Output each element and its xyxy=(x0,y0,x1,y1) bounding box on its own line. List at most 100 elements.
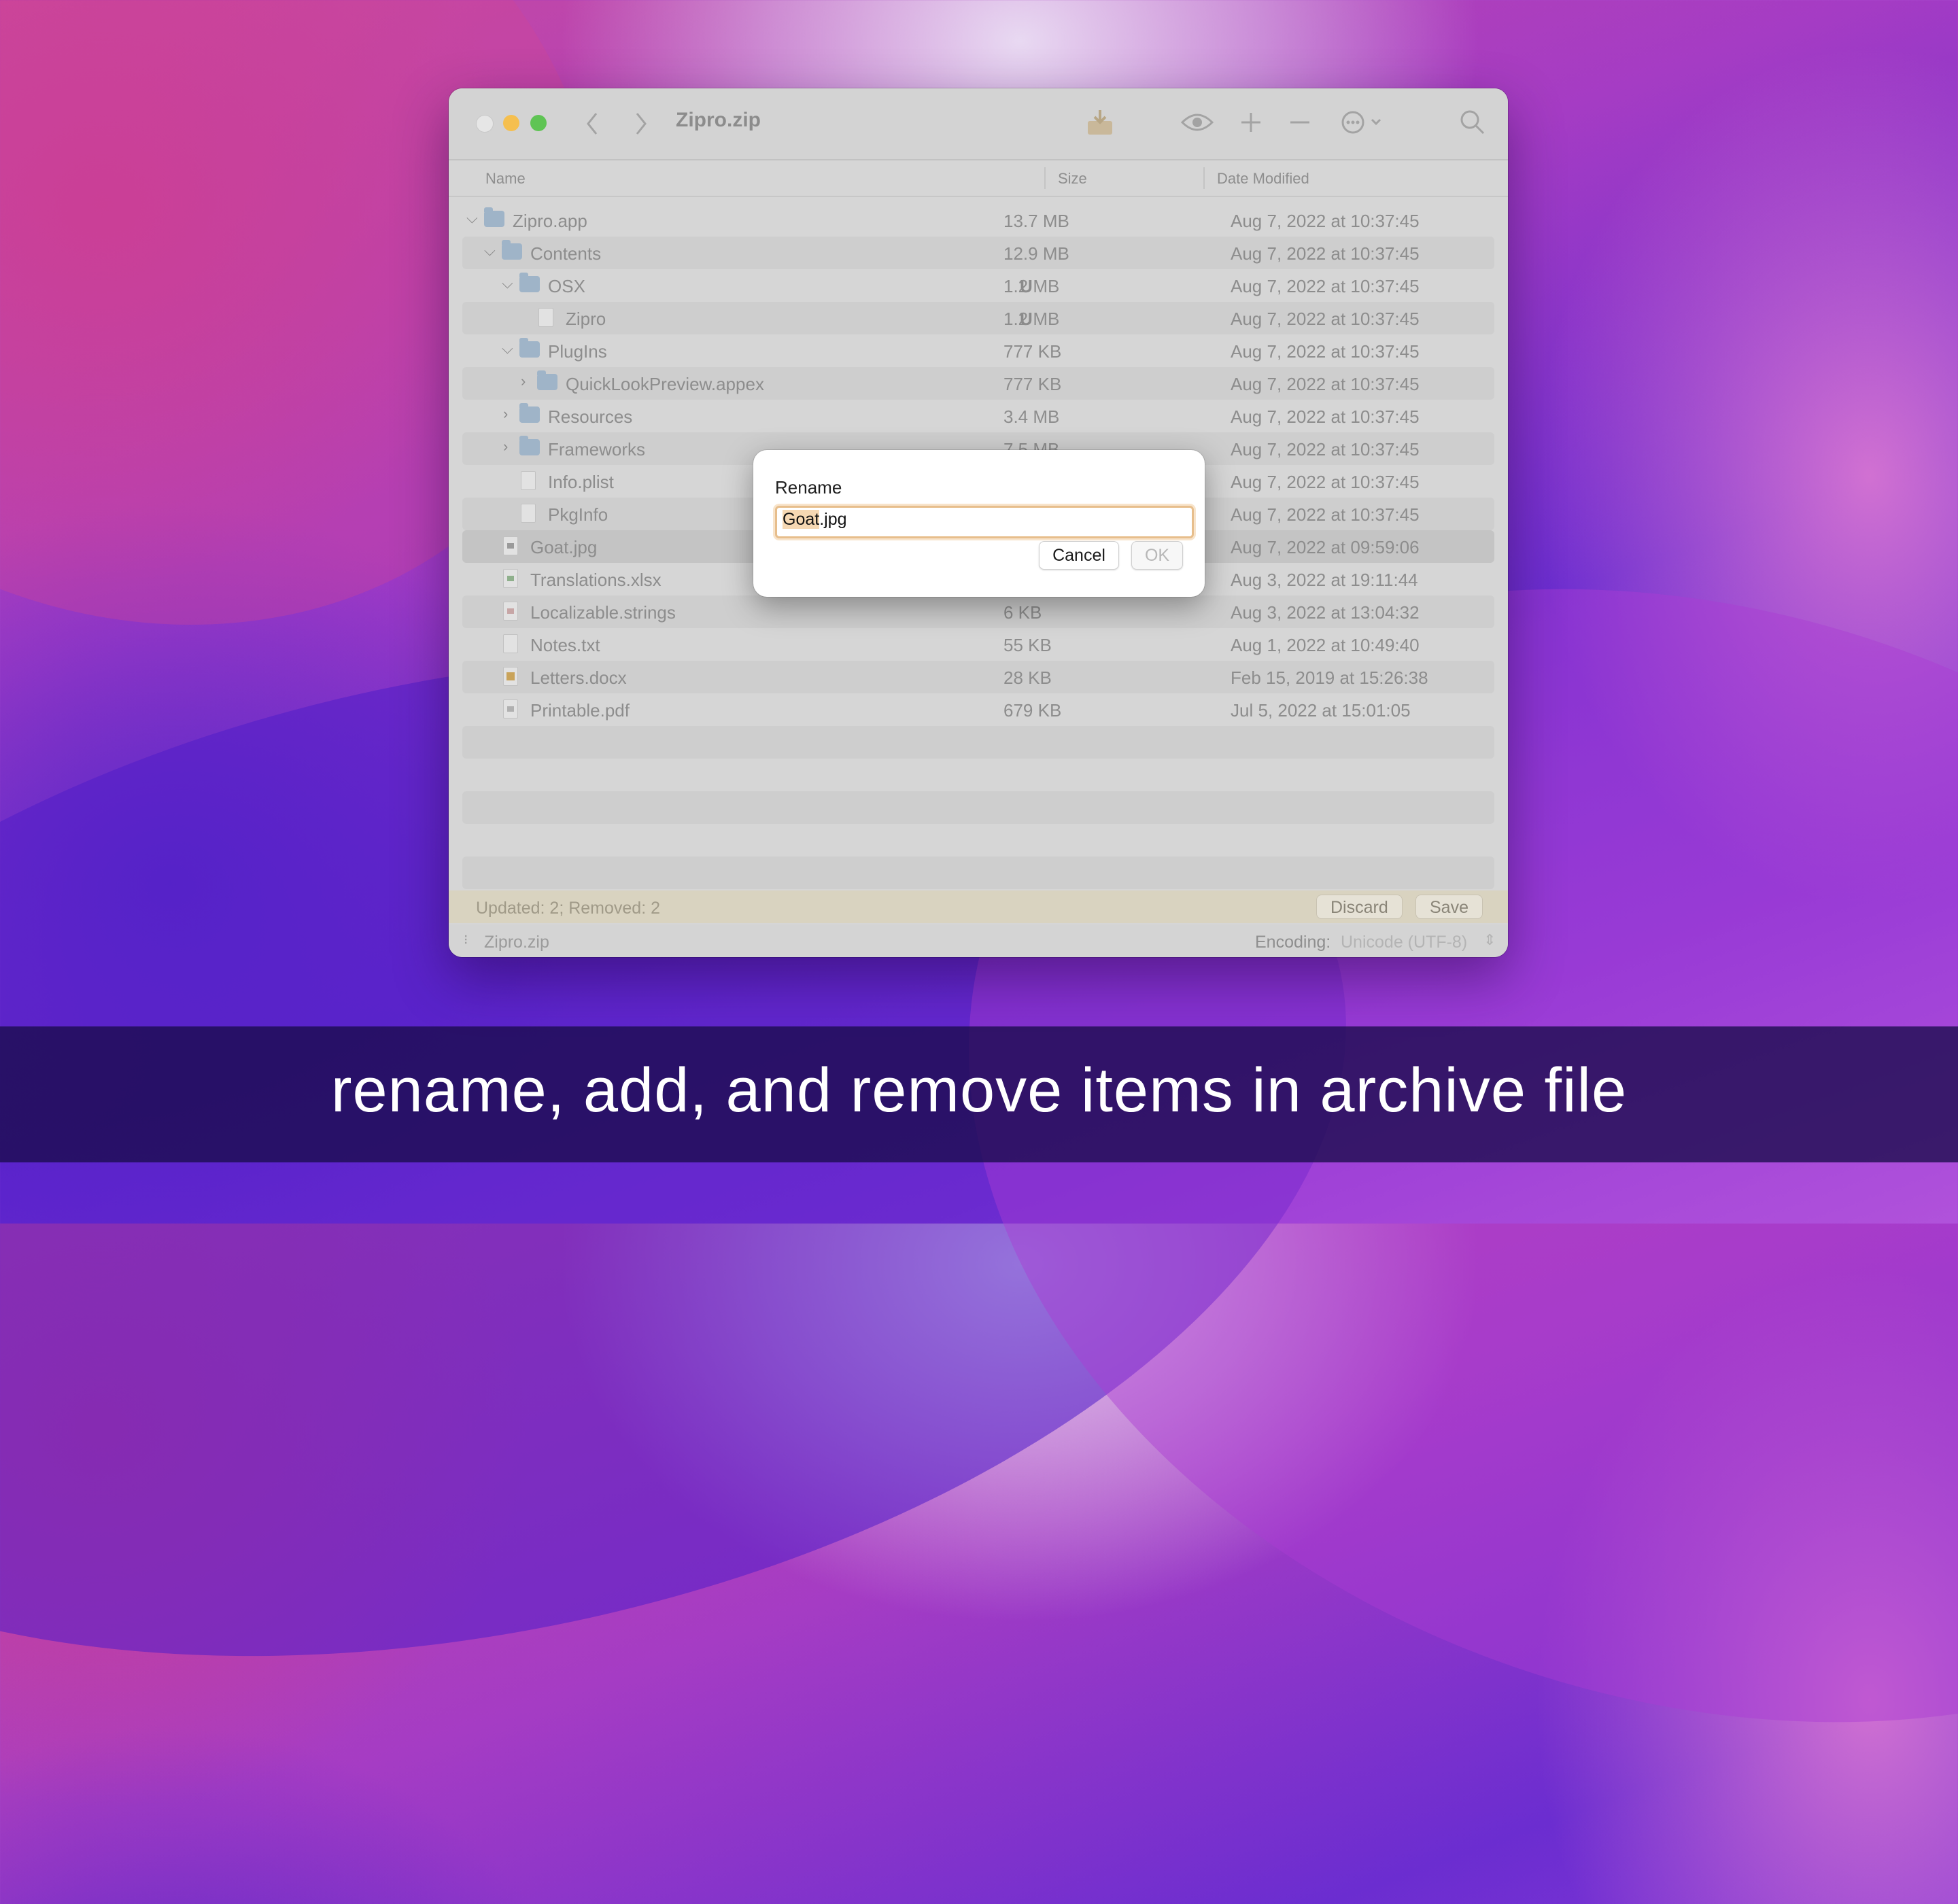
file-date: Aug 7, 2022 at 10:37:45 xyxy=(1231,374,1420,394)
window-title: Zipro.zip xyxy=(676,109,761,131)
chevron-left-icon xyxy=(587,113,598,135)
spreadsheet-file-icon xyxy=(503,569,518,588)
file-name: Localizable.strings xyxy=(530,602,676,623)
column-divider[interactable] xyxy=(1203,167,1205,189)
empty-row xyxy=(462,791,1494,824)
save-button[interactable]: Save xyxy=(1415,895,1483,919)
table-row[interactable]: Notes.txt 55 KB Aug 1, 2022 at 10:49:40 xyxy=(462,628,1494,661)
file-date: Aug 3, 2022 at 13:04:32 xyxy=(1231,602,1420,623)
preview-button[interactable] xyxy=(1180,109,1214,140)
file-name: Resources xyxy=(548,406,633,427)
document-file-icon xyxy=(503,667,518,686)
table-row[interactable]: Zipro U 1.2 MB Aug 7, 2022 at 10:37:45 xyxy=(462,302,1494,334)
disclosure-open-icon[interactable]: ⌵ xyxy=(502,275,513,292)
text-file-icon xyxy=(503,634,518,653)
select-arrows-icon[interactable]: ⇕ xyxy=(1483,931,1496,949)
caption-text: rename, add, and remove items in archive… xyxy=(330,1056,1628,1125)
file-size: 1.2 MB xyxy=(1003,309,1060,329)
file-size: 3.4 MB xyxy=(1003,406,1060,427)
folder-icon xyxy=(484,207,504,227)
empty-row xyxy=(462,759,1494,791)
file-name: Info.plist xyxy=(548,472,614,492)
file-date: Jul 5, 2022 at 15:01:05 xyxy=(1231,700,1411,721)
eye-icon xyxy=(1180,114,1214,131)
back-button[interactable] xyxy=(585,111,600,140)
file-icon xyxy=(521,471,536,490)
encoding-select[interactable]: Unicode (UTF-8) xyxy=(1341,933,1467,952)
table-row[interactable]: ⌵ Zipro.app 13.7 MB Aug 7, 2022 at 10:37… xyxy=(462,204,1494,237)
archive-info-icon: ⁝ xyxy=(464,933,468,948)
column-date-modified[interactable]: Date Modified xyxy=(1217,170,1309,188)
folder-icon xyxy=(537,370,557,390)
table-row[interactable]: ⌵ PlugIns 777 KB Aug 7, 2022 at 10:37:45 xyxy=(462,334,1494,367)
file-name: Notes.txt xyxy=(530,635,600,655)
file-date: Aug 7, 2022 at 10:37:45 xyxy=(1231,439,1420,460)
file-name: Printable.pdf xyxy=(530,700,630,721)
strings-file-icon xyxy=(503,602,518,621)
file-date: Aug 7, 2022 at 10:37:45 xyxy=(1231,276,1420,296)
dialog-title: Rename xyxy=(775,477,842,498)
ok-button[interactable]: OK xyxy=(1131,541,1183,570)
file-name: Goat.jpg xyxy=(530,537,598,557)
folder-icon xyxy=(519,436,540,455)
disclosure-closed-icon[interactable]: › xyxy=(503,438,508,455)
file-size: 12.9 MB xyxy=(1003,243,1069,264)
file-date: Aug 7, 2022 at 10:37:45 xyxy=(1231,309,1420,329)
caption-banner: rename, add, and remove items in archive… xyxy=(0,1026,1958,1162)
file-date: Aug 7, 2022 at 09:59:06 xyxy=(1231,537,1420,557)
archive-name: Zipro.zip xyxy=(484,933,549,952)
table-row[interactable]: › Resources 3.4 MB Aug 7, 2022 at 10:37:… xyxy=(462,400,1494,432)
table-row[interactable]: › QuickLookPreview.appex 777 KB Aug 7, 2… xyxy=(462,367,1494,400)
table-row[interactable]: Localizable.strings 6 KB Aug 3, 2022 at … xyxy=(462,595,1494,628)
encoding-label: Encoding: xyxy=(1255,933,1331,952)
empty-row xyxy=(462,856,1494,889)
pdf-file-icon xyxy=(503,699,518,719)
file-name: PkgInfo xyxy=(548,504,608,525)
file-name: Letters.docx xyxy=(530,668,627,688)
search-button[interactable] xyxy=(1459,109,1486,140)
file-size: 777 KB xyxy=(1003,341,1062,362)
more-icon xyxy=(1341,111,1381,134)
column-size[interactable]: Size xyxy=(1058,170,1087,188)
close-button[interactable] xyxy=(476,115,494,133)
file-name: Zipro xyxy=(566,309,606,329)
extract-button[interactable] xyxy=(1084,107,1116,141)
rename-input[interactable]: Goat.jpg xyxy=(775,506,1194,538)
file-name: QuickLookPreview.appex xyxy=(566,374,764,394)
file-name: Translations.xlsx xyxy=(530,570,662,590)
discard-button[interactable]: Discard xyxy=(1316,895,1403,919)
file-icon xyxy=(538,308,553,327)
file-size: 777 KB xyxy=(1003,374,1062,394)
title-bar: Zipro.zip xyxy=(449,88,1508,160)
disclosure-closed-icon[interactable]: › xyxy=(521,373,526,390)
more-actions-button[interactable] xyxy=(1341,110,1386,139)
file-size: 28 KB xyxy=(1003,668,1052,688)
file-date: Aug 7, 2022 at 10:37:45 xyxy=(1231,504,1420,525)
add-button[interactable] xyxy=(1239,110,1263,139)
chevron-right-icon xyxy=(636,113,647,135)
folder-icon xyxy=(519,403,540,423)
file-name: Contents xyxy=(530,243,602,264)
empty-row xyxy=(462,824,1494,856)
column-divider[interactable] xyxy=(1044,167,1046,189)
file-date: Aug 7, 2022 at 10:37:45 xyxy=(1231,406,1420,427)
table-row[interactable]: Letters.docx 28 KB Feb 15, 2019 at 15:26… xyxy=(462,661,1494,693)
disclosure-open-icon[interactable]: ⌵ xyxy=(502,340,513,358)
file-icon xyxy=(521,504,536,523)
forward-button[interactable] xyxy=(634,111,649,140)
file-size: 1.2 MB xyxy=(1003,276,1060,296)
table-row[interactable]: Printable.pdf 679 KB Jul 5, 2022 at 15:0… xyxy=(462,693,1494,726)
table-row[interactable]: ⌵ Contents 12.9 MB Aug 7, 2022 at 10:37:… xyxy=(462,237,1494,269)
file-size: 55 KB xyxy=(1003,635,1052,655)
table-row[interactable]: ⌵ OSX U 1.2 MB Aug 7, 2022 at 10:37:45 xyxy=(462,269,1494,302)
zoom-button[interactable] xyxy=(530,115,547,131)
column-name[interactable]: Name xyxy=(485,170,526,188)
minimize-button[interactable] xyxy=(503,115,519,131)
disclosure-closed-icon[interactable]: › xyxy=(503,405,508,423)
folder-icon xyxy=(502,240,522,260)
cancel-button[interactable]: Cancel xyxy=(1039,541,1119,570)
disclosure-open-icon[interactable]: ⌵ xyxy=(484,242,496,260)
plus-icon xyxy=(1241,113,1260,132)
remove-button[interactable] xyxy=(1288,110,1312,139)
disclosure-open-icon[interactable]: ⌵ xyxy=(466,209,478,227)
